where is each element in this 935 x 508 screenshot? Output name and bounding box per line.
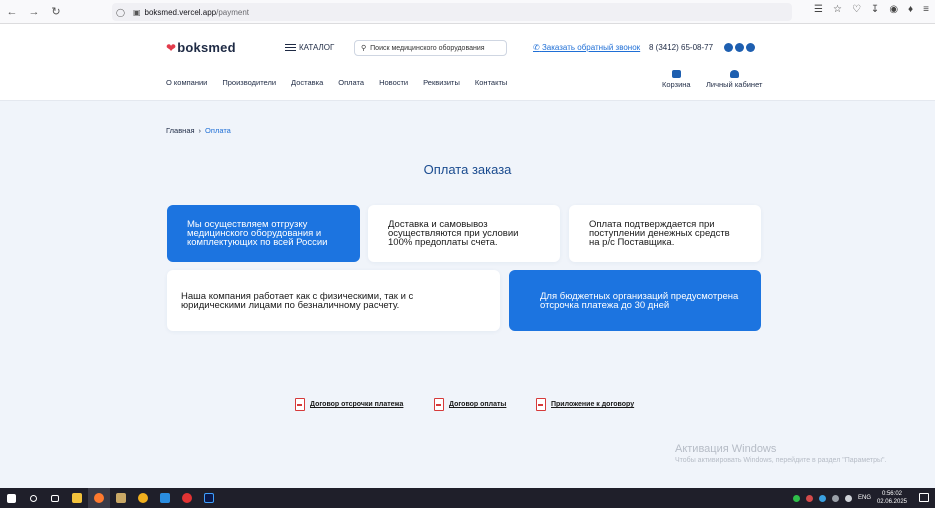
tray-app-icon[interactable] [818,494,826,502]
info-card-text: Мы осуществляем отгрузку медицинского об… [187,219,328,248]
document-link-payment[interactable]: Договор оплаты [434,398,506,411]
site-header: ❤ boksmed КАТАЛОГ ⚲ Поиск медицинского о… [0,24,935,101]
breadcrumb-home[interactable]: Главная [166,126,195,135]
extensions-icon[interactable]: ♦ [908,4,913,15]
whatsapp-icon[interactable] [746,43,755,52]
breadcrumb: Главная › Оплата [166,126,231,135]
watermark-subtitle: Чтобы активировать Windows, перейдите в … [675,457,887,464]
document-label: Договор оплаты [449,401,507,408]
volume-icon[interactable] [844,494,852,502]
phone-icon: ✆ [533,43,540,52]
pocket-icon[interactable]: ♡ [852,4,861,15]
file-explorer-icon[interactable] [66,488,88,508]
cart-button[interactable]: Корзина [662,70,691,89]
info-card-shipping: Мы осуществляем отгрузку медицинского об… [167,205,360,262]
firefox-icon[interactable] [88,488,110,508]
account-label: Личный кабинет [706,80,763,89]
network-icon[interactable] [831,494,839,502]
vscode-icon[interactable] [154,488,176,508]
info-card-text: Доставка и самовывоз осуществляются при … [388,219,519,248]
account-icon[interactable]: ◉ [889,4,898,15]
breadcrumb-separator: › [198,126,202,135]
viber-icon[interactable] [724,43,733,52]
url-path: /payment [216,7,250,17]
notification-icon[interactable] [919,493,929,502]
url-host: boksmed.vercel.app [144,7,217,17]
menu-item-payment[interactable]: Оплата [338,78,364,87]
clock-time: 0:56:02 [881,491,902,497]
info-card-text: Для бюджетных организаций предусмотрена … [540,290,739,311]
bookmark-star-icon[interactable]: ☆ [833,4,842,15]
document-link-deferral[interactable]: Договор отсрочки платежа [295,398,403,411]
language-indicator[interactable]: ENG [858,495,871,501]
telegram-icon[interactable] [735,43,744,52]
pdf-icon [434,398,444,411]
browser-actions: ☰ ☆ ♡ ↧ ◉ ♦ ≡ [814,4,929,15]
download-icon[interactable]: ↧ [871,4,879,15]
info-card-text: Наша компания работает как с физическими… [181,290,414,311]
browser-toolbar: ← → ↻ ◯ ▣ boksmed.vercel.app /payment ☰ … [0,0,935,24]
reload-icon[interactable]: ↻ [46,2,66,22]
search-input[interactable]: ⚲ Поиск медицинского оборудования [354,40,507,56]
menu-item-requisites[interactable]: Реквизиты [423,78,460,87]
cart-label: Корзина [662,80,691,89]
user-icon [729,70,739,78]
heart-logo-icon: ❤ [166,40,177,55]
breadcrumb-current: Оплата [205,126,231,135]
main-menu: О компании Производители Доставка Оплата… [166,78,507,87]
shield-icon: ◯ [116,7,125,17]
cart-icon [671,70,681,78]
taskbar: ENG 0:56:02 02.06.2025 [0,488,935,508]
lock-icon: ▣ [132,7,141,17]
tray-app-icon[interactable] [805,494,813,502]
logo[interactable]: ❤ boksmed [166,40,236,55]
info-card-clients: Наша компания работает как с физическими… [167,270,500,331]
document-label: Договор отсрочки платежа [310,401,404,408]
document-link-appendix[interactable]: Приложение к договору [536,398,634,411]
back-icon[interactable]: ← [2,2,22,22]
menu-item-delivery[interactable]: Доставка [291,78,323,87]
menu-item-news[interactable]: Новости [379,78,408,87]
menu-icon[interactable]: ≡ [923,4,929,15]
pdf-icon [295,398,305,411]
info-card-prepayment: Доставка и самовывоз осуществляются при … [368,205,560,262]
address-bar[interactable]: ◯ ▣ boksmed.vercel.app /payment [112,3,792,21]
translate-icon[interactable]: ☰ [814,4,823,15]
callback-link[interactable]: ✆ Заказать обратный звонок [533,43,640,52]
search-taskbar-icon[interactable] [22,488,44,508]
menu-item-contacts[interactable]: Контакты [475,78,507,87]
watermark-title: Активация Windows [675,443,777,455]
search-icon: ⚲ [361,45,367,52]
task-view-icon[interactable] [44,488,66,508]
tray-app-icon[interactable] [792,494,800,502]
pdf-icon [536,398,546,411]
windows-activation-watermark: Активация Windows Чтобы активировать Win… [675,443,886,464]
social-links [724,43,755,52]
account-button[interactable]: Личный кабинет [706,70,762,89]
record-icon[interactable] [176,488,198,508]
forward-icon[interactable]: → [24,2,44,22]
document-label: Приложение к договору [551,401,635,408]
phone-number[interactable]: 8 (3412) 65-08-77 [649,43,713,52]
info-card-text: Оплата подтверждается при поступлении де… [589,219,730,248]
start-icon[interactable] [0,488,22,508]
hamburger-icon [285,44,296,51]
menu-item-about[interactable]: О компании [166,78,207,87]
clock[interactable]: 0:56:02 02.06.2025 [877,490,907,506]
catalog-button[interactable]: КАТАЛОГ [285,43,334,52]
info-card-budget: Для бюджетных организаций предусмотрена … [509,270,761,331]
callback-label: Заказать обратный звонок [541,43,641,52]
catalog-label: КАТАЛОГ [299,43,335,52]
menu-item-manufacturers[interactable]: Производители [222,78,276,87]
info-card-confirmation: Оплата подтверждается при поступлении де… [569,205,761,262]
chrome-icon[interactable] [132,488,154,508]
search-placeholder: Поиск медицинского оборудования [370,44,485,52]
clock-date: 02.06.2025 [876,499,907,505]
calculator-icon[interactable] [110,488,132,508]
page-title: Оплата заказа [423,162,512,177]
photoshop-icon[interactable] [198,488,220,508]
logo-text: boksmed [177,40,236,55]
